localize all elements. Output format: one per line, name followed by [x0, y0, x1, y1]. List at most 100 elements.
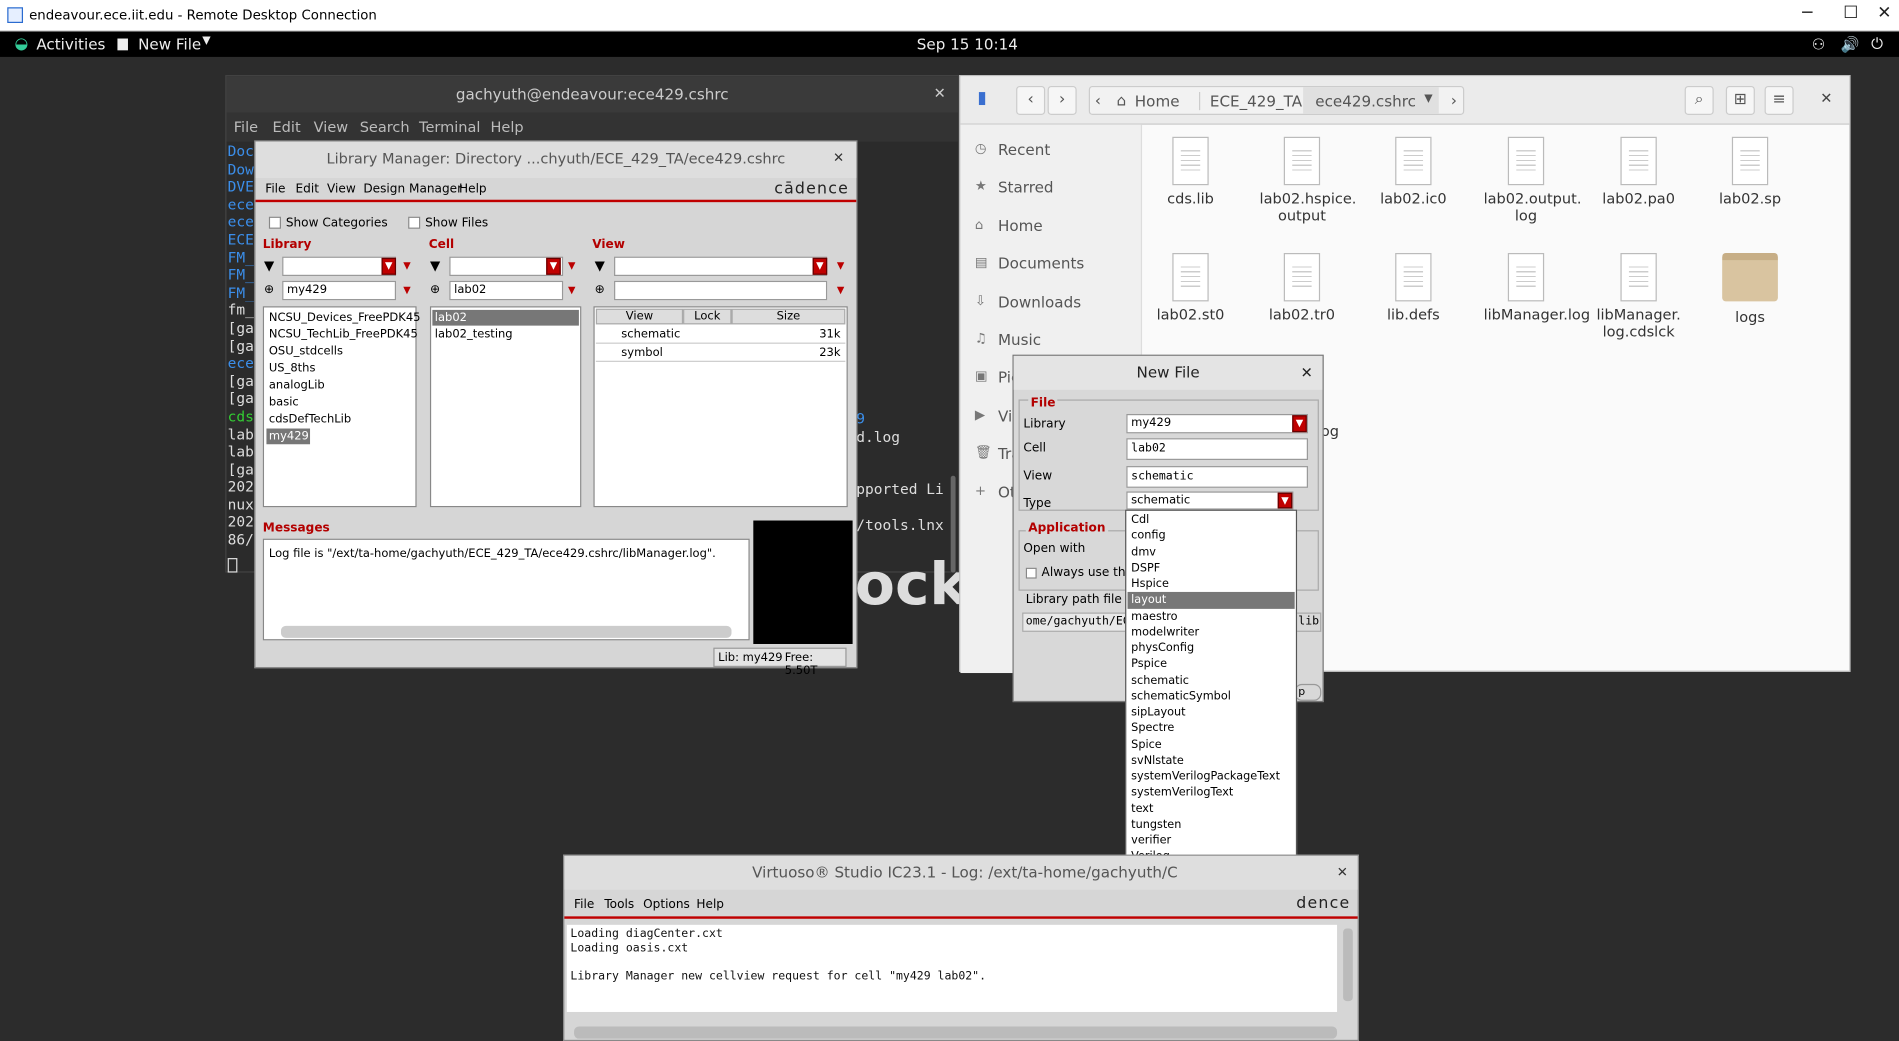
chevron-down-icon[interactable]: ▼ — [568, 260, 575, 271]
menu-terminal[interactable]: Terminal — [419, 119, 480, 136]
nf-view-input[interactable]: schematic — [1126, 466, 1308, 488]
list-item[interactable]: analogLib — [266, 378, 327, 394]
type-option[interactable]: text — [1128, 801, 1295, 817]
cell-name-input[interactable]: lab02 — [449, 280, 564, 301]
volume-icon[interactable]: 🔊 — [1841, 35, 1860, 54]
nf-close-button[interactable]: ✕ — [1301, 356, 1313, 390]
vlog-hscrollbar[interactable] — [574, 1026, 1338, 1039]
type-option[interactable]: config — [1128, 528, 1295, 544]
file-item[interactable]: lab02.hspice. output — [1260, 136, 1356, 224]
type-option[interactable]: tungsten — [1128, 817, 1295, 833]
type-option[interactable]: physConfig — [1128, 640, 1295, 656]
view-toggle-button[interactable]: ⊞ — [1725, 85, 1755, 115]
menu-view[interactable]: View — [314, 119, 348, 136]
lib-path-tail[interactable]: lib — [1294, 612, 1322, 632]
breadcrumb-ece429ta[interactable]: ECE_429_TA — [1198, 91, 1302, 111]
col-lock[interactable]: Lock — [683, 308, 732, 325]
vlog-menu-tools[interactable]: Tools — [604, 898, 634, 911]
nf-cell-input[interactable]: lab02 — [1126, 438, 1308, 460]
list-item[interactable]: cdsDefTechLib — [266, 412, 353, 428]
messages-box[interactable]: Log file is "/ext/ta-home/gachyuth/ECE_4… — [262, 538, 750, 641]
forward-button[interactable]: › — [1047, 85, 1077, 115]
type-option[interactable]: modelwriter — [1128, 624, 1295, 640]
lm-menu-design-manager[interactable]: Design Manager — [363, 183, 462, 196]
vlog-menu-options[interactable]: Options — [643, 898, 690, 911]
help-button[interactable]: p — [1294, 683, 1322, 701]
file-item[interactable]: lib.defs — [1371, 252, 1456, 323]
view-filter-dropdown[interactable]: ▼ — [812, 257, 828, 275]
vlog-menu-file[interactable]: File — [574, 898, 594, 911]
breadcrumb-home[interactable]: Home — [1135, 92, 1180, 110]
type-option[interactable]: DSPF — [1128, 560, 1295, 576]
chevron-down-icon[interactable]: ▼ — [837, 260, 844, 271]
sidebar-item-home[interactable]: ⌂ Home — [960, 210, 1142, 241]
cell-filter-dropdown[interactable]: ▼ — [546, 257, 561, 275]
virtuoso-log-window[interactable]: Virtuoso® Studio IC23.1 - Log: /ext/ta-h… — [563, 854, 1359, 1041]
always-use-checkbox[interactable] — [1025, 567, 1037, 579]
file-item[interactable]: lab02.tr0 — [1260, 252, 1345, 323]
breadcrumb-right-arrow[interactable]: › — [1451, 91, 1457, 109]
fm-close-button[interactable]: ✕ — [1820, 90, 1832, 107]
search-button[interactable]: ⌕ — [1684, 85, 1714, 115]
type-option[interactable]: verifier — [1128, 833, 1295, 849]
file-item[interactable]: libManager. log.cdslck — [1596, 252, 1681, 340]
breadcrumb-left-arrow[interactable]: ‹ — [1095, 91, 1101, 109]
type-option[interactable]: Spectre — [1128, 721, 1295, 737]
library-list[interactable]: NCSU_Devices_FreePDK45 NCSU_TechLib_FreeP… — [262, 306, 420, 508]
sidebar-item-downloads[interactable]: ⇩ Downloads — [960, 286, 1142, 317]
view-name-input[interactable] — [614, 280, 828, 301]
network-icon[interactable]: ⚇ — [1812, 35, 1826, 53]
chevron-down-icon[interactable]: ▼ — [568, 284, 575, 295]
clock[interactable]: Sep 15 10:14 — [917, 35, 1018, 53]
menu-help[interactable]: Help — [490, 119, 523, 136]
nf-type-dropdown[interactable]: ▼ — [1277, 492, 1293, 509]
lm-close-button[interactable]: ✕ — [833, 142, 844, 176]
type-option[interactable]: maestro — [1128, 608, 1295, 624]
list-item[interactable]: lab02 — [432, 309, 579, 326]
file-item[interactable]: lab02.ic0 — [1371, 136, 1456, 207]
vlog-scrollbar[interactable] — [1343, 928, 1353, 1002]
type-option[interactable]: sipLayout — [1128, 705, 1295, 721]
type-option[interactable]: schematic — [1128, 672, 1295, 688]
breadcrumb-current[interactable]: ece429.cshrc — [1315, 92, 1416, 110]
file-item[interactable]: libManager.log — [1484, 252, 1590, 323]
chevron-down-icon[interactable]: ▼ — [1424, 93, 1432, 105]
sidebar-item-starred[interactable]: ★ Starred — [960, 172, 1142, 203]
list-item[interactable]: NCSU_TechLib_FreePDK45 — [266, 327, 420, 343]
type-option[interactable]: Pspice — [1128, 656, 1295, 672]
nf-type-select[interactable]: schematic — [1126, 491, 1294, 510]
lm-menu-file[interactable]: File — [265, 183, 285, 196]
library-filter-input[interactable] — [282, 256, 397, 276]
type-option[interactable]: systemVerilogText — [1128, 785, 1295, 801]
library-manager-window[interactable]: Library Manager: Directory ...chyuth/ECE… — [254, 140, 858, 678]
minimize-button[interactable]: ─ — [1802, 4, 1812, 23]
close-button[interactable]: ✕ — [1877, 4, 1891, 23]
file-item[interactable]: cds.lib — [1148, 136, 1233, 207]
file-item[interactable]: lab02.pa0 — [1596, 136, 1681, 207]
sidebar-item-recent[interactable]: ◷ Recent — [960, 134, 1142, 165]
app-menu[interactable]: New File — [138, 35, 201, 53]
file-item[interactable]: lab02.output. log — [1484, 136, 1581, 224]
type-option[interactable]: systemVerilogPackageText — [1128, 769, 1295, 785]
type-option[interactable]: svNlstate — [1128, 753, 1295, 769]
chevron-down-icon[interactable]: ▼ — [403, 284, 410, 295]
show-files-checkbox[interactable] — [408, 216, 421, 229]
chevron-down-icon[interactable]: ▼ — [837, 284, 844, 295]
maximize-button[interactable]: ☐ — [1843, 4, 1858, 23]
menu-file[interactable]: File — [234, 119, 258, 136]
nf-library-dropdown[interactable]: ▼ — [1292, 415, 1307, 433]
menu-button[interactable]: ≡ — [1764, 85, 1794, 115]
type-option[interactable]: dmv — [1128, 544, 1295, 560]
activities-button[interactable]: Activities — [36, 35, 105, 53]
type-option[interactable]: Hspice — [1128, 576, 1295, 592]
list-item[interactable]: basic — [266, 395, 301, 411]
table-row[interactable]: schematic 31k — [595, 326, 846, 344]
menu-edit[interactable]: Edit — [272, 119, 300, 136]
library-name-input[interactable]: my429 — [282, 280, 397, 301]
view-table[interactable]: View Lock Size schematic 31k symbol 23k — [593, 306, 848, 508]
lm-menu-edit[interactable]: Edit — [296, 183, 319, 196]
view-filter-input[interactable] — [614, 256, 828, 276]
cell-list[interactable]: lab02 lab02_testing — [429, 306, 582, 508]
sidebar-item-music[interactable]: ♫ Music — [960, 324, 1142, 355]
power-icon[interactable]: ⏻ — [1871, 34, 1883, 53]
